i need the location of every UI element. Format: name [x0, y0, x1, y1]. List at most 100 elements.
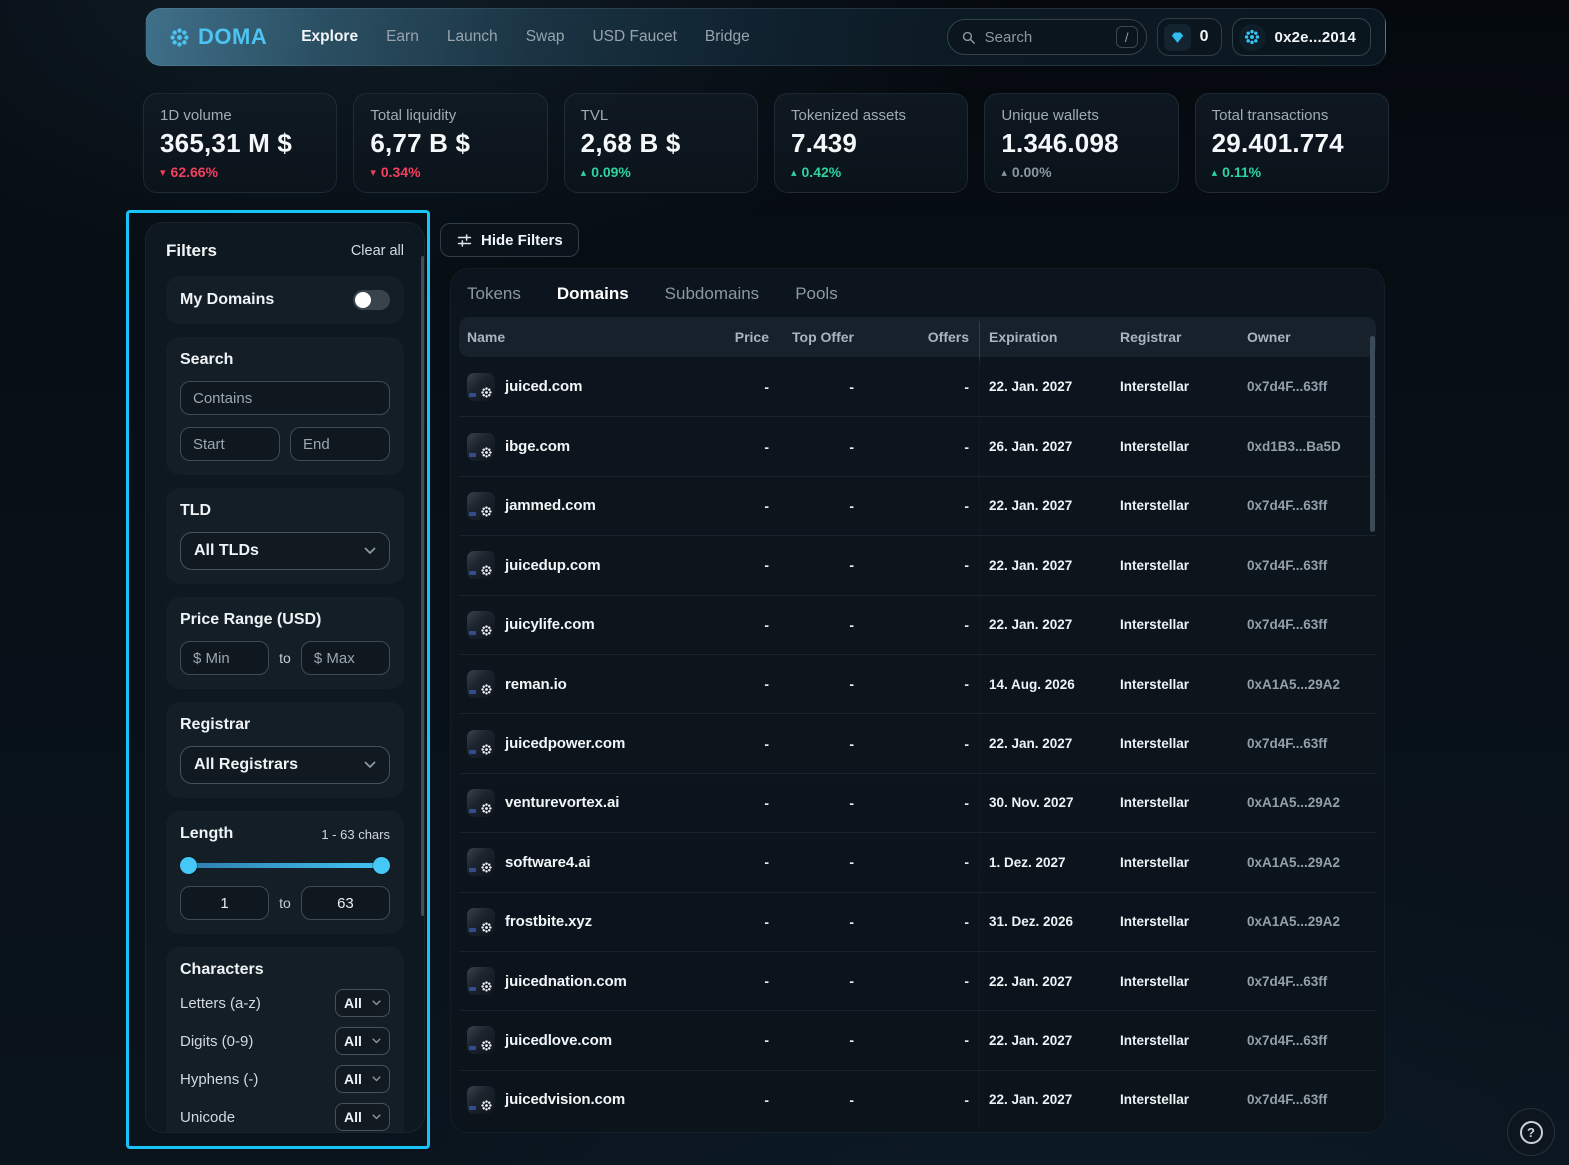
global-search[interactable]: /: [946, 19, 1147, 55]
table-row[interactable]: juicedpower.com - - - 22. Jan. 2027 Inte…: [459, 713, 1376, 772]
tab-tokens[interactable]: Tokens: [467, 284, 521, 304]
stat-card-total-liquidity: Total liquidity 6,77 B $ ▾ 0.34%: [353, 93, 548, 193]
tab-domains[interactable]: Domains: [557, 284, 629, 304]
nav-item-usd-faucet[interactable]: USD Faucet: [592, 28, 676, 46]
digits-select[interactable]: All: [335, 1027, 390, 1055]
price-cell: -: [764, 1091, 769, 1108]
domain-avatar: [467, 432, 495, 461]
length-slider[interactable]: [180, 857, 390, 874]
chevron-down-icon: [372, 1076, 381, 1082]
domain-avatar: [467, 1085, 495, 1114]
slider-max-handle[interactable]: [373, 857, 390, 874]
chevron-down-icon: [372, 1000, 381, 1006]
price-cell: -: [764, 676, 769, 693]
price-cell: -: [764, 973, 769, 990]
doma-gear-icon: [480, 624, 493, 637]
expiration-cell: 22. Jan. 2027: [989, 557, 1073, 573]
top-offer-cell: -: [849, 616, 854, 633]
top-offer-cell: -: [849, 854, 854, 871]
trend-up-icon: ▴: [1001, 166, 1007, 179]
length-to-label: to: [279, 895, 291, 911]
nav-item-earn[interactable]: Earn: [386, 28, 419, 46]
avatar-chip: [469, 452, 476, 457]
table-row[interactable]: ibge.com - - - 26. Jan. 2027 Interstella…: [459, 416, 1376, 475]
trend-down-icon: ▾: [160, 166, 166, 179]
brand-logo[interactable]: DOMA: [168, 24, 267, 50]
table-row[interactable]: reman.io - - - 14. Aug. 2026 Interstella…: [459, 653, 1376, 713]
offers-cell: -: [964, 497, 969, 514]
registrar-cell: Interstellar: [1120, 973, 1190, 989]
table-row[interactable]: venturevortex.ai - - - 30. Nov. 2027 Int…: [459, 772, 1376, 832]
nav-item-launch[interactable]: Launch: [447, 28, 498, 46]
doma-gear-icon: [480, 386, 493, 399]
offers-cell: -: [964, 616, 969, 633]
filters-title: Filters: [166, 241, 218, 260]
price-min-input[interactable]: [180, 641, 270, 675]
nav-item-bridge[interactable]: Bridge: [705, 28, 750, 46]
nav-item-explore[interactable]: Explore: [301, 28, 358, 46]
owner-cell: 0x7d4F...63ff: [1247, 736, 1328, 752]
my-domains-toggle[interactable]: [353, 290, 390, 310]
contains-input[interactable]: [180, 381, 390, 415]
help-button[interactable]: ?: [1507, 1108, 1555, 1156]
hyphens-select[interactable]: All: [335, 1065, 390, 1093]
clear-all-button[interactable]: Clear all: [351, 243, 404, 259]
doma-gear-icon: [480, 1099, 493, 1112]
search-filter-title: Search: [180, 351, 234, 368]
table-scrollbar[interactable]: [1370, 336, 1375, 532]
tld-select[interactable]: All TLDs: [180, 532, 390, 570]
tld-section: TLD All TLDs: [166, 488, 404, 584]
offers-cell: -: [964, 378, 969, 395]
table-row[interactable]: juicylife.com - - - 22. Jan. 2027 Inters…: [459, 594, 1376, 654]
registrar-cell: Interstellar: [1120, 379, 1190, 395]
domain-avatar: [467, 907, 495, 936]
chevron-down-icon: [372, 1114, 381, 1120]
hide-filters-button[interactable]: Hide Filters: [440, 223, 579, 257]
length-max-input[interactable]: [300, 886, 390, 920]
stat-value: 2,68 B $: [580, 128, 681, 158]
tab-subdomains[interactable]: Subdomains: [665, 284, 760, 304]
offers-cell: -: [964, 735, 969, 752]
owner-cell: 0xA1A5...29A2: [1247, 676, 1341, 692]
table-row[interactable]: jammed.com - - - 22. Jan. 2027 Interstel…: [459, 475, 1376, 535]
letters-select[interactable]: All: [335, 989, 390, 1017]
chevron-down-icon: [372, 1038, 381, 1044]
price-max-input[interactable]: [300, 641, 390, 675]
filters-scrollbar[interactable]: [421, 256, 424, 916]
search-input[interactable]: [984, 28, 1108, 46]
domain-avatar: [467, 729, 495, 758]
table-row[interactable]: software4.ai - - - 1. Dez. 2027 Interste…: [459, 832, 1376, 891]
registrar-cell: Interstellar: [1120, 736, 1190, 752]
start-input[interactable]: [180, 427, 280, 461]
slider-min-handle[interactable]: [180, 857, 197, 874]
registrar-select[interactable]: All Registrars: [180, 746, 390, 784]
stat-value: 1.346.098: [1001, 128, 1119, 158]
offers-cell: -: [964, 913, 969, 930]
column-header-price: Price: [734, 329, 769, 345]
owner-cell: 0xA1A5...29A2: [1247, 914, 1341, 930]
registrar-cell: Interstellar: [1120, 914, 1190, 930]
table-row[interactable]: juicednation.com - - - 22. Jan. 2027 Int…: [459, 950, 1376, 1010]
registrar-section: Registrar All Registrars: [166, 702, 404, 798]
table-row[interactable]: juicedup.com - - - 22. Jan. 2027 Interst…: [459, 535, 1376, 594]
end-input[interactable]: [290, 427, 390, 461]
table-row[interactable]: juicedvision.com - - - 22. Jan. 2027 Int…: [459, 1069, 1376, 1129]
table-row[interactable]: juiced.com - - - 22. Jan. 2027 Interstel…: [459, 357, 1376, 416]
expiration-cell: 1. Dez. 2027: [989, 854, 1066, 870]
owner-cell: 0xd1B3...Ba5D: [1247, 439, 1341, 455]
hyphens-label: Hyphens (-): [180, 1070, 259, 1088]
gem-balance-button[interactable]: 0: [1156, 18, 1222, 56]
unicode-select[interactable]: All: [335, 1103, 390, 1131]
wallet-button[interactable]: 0x2e...2014: [1231, 18, 1371, 56]
table-row[interactable]: frostbite.xyz - - - 31. Dez. 2026 Inters…: [459, 891, 1376, 951]
tab-pools[interactable]: Pools: [795, 284, 838, 304]
characters-row-letters: Letters (a-z) All: [180, 989, 390, 1017]
nav-item-swap[interactable]: Swap: [526, 28, 565, 46]
top-offer-cell: -: [849, 735, 854, 752]
doma-gear-icon: [480, 861, 493, 874]
stat-label: Total liquidity: [370, 107, 457, 124]
top-offer-cell: -: [849, 557, 854, 574]
length-min-input[interactable]: [180, 886, 270, 920]
domains-table-card: Tokens Domains Subdomains Pools Name Pri…: [450, 268, 1385, 1133]
table-row[interactable]: juicedlove.com - - - 22. Jan. 2027 Inter…: [459, 1010, 1376, 1069]
